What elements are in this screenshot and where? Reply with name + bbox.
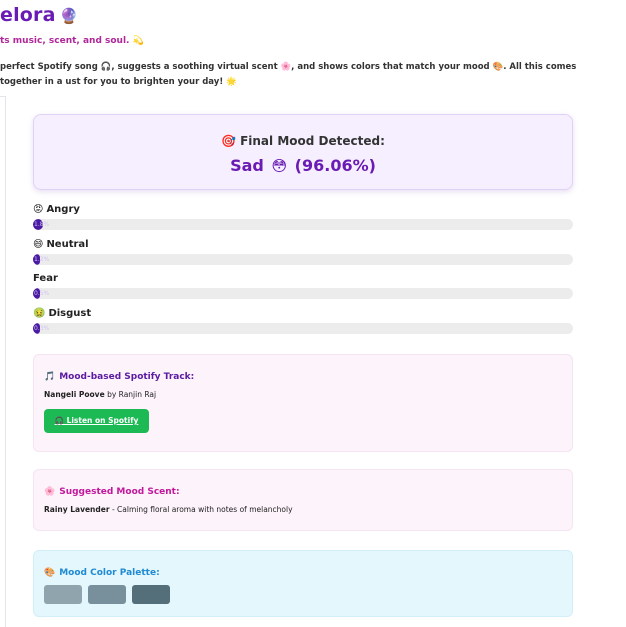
spotify-card: 🎵 Mood-based Spotify Track: Nangeli Poove…: [33, 354, 573, 452]
emotion-label: Fear: [33, 273, 58, 284]
track-info: Nangeli Poove by Ranjin Raj: [44, 390, 562, 399]
emotion-percent: 1.8%: [34, 221, 50, 228]
final-mood-label: 🎯 Final Mood Detected:: [221, 134, 385, 148]
emotion-percent: 0.5%: [34, 290, 50, 297]
scent-card-title: 🌸 Suggested Mood Scent:: [44, 487, 180, 497]
color-swatch: [88, 585, 126, 604]
emotion-label: 🤢 Disgust: [33, 308, 92, 319]
palette-icon: 🎨: [44, 568, 56, 578]
track-name: Nangeli Poove: [44, 390, 105, 399]
palette-card-title: 🎨 Mood Color Palette:: [44, 568, 160, 578]
final-mood-value: Sad 😳 (96.06%): [34, 156, 572, 175]
emotion-label: 😄 Neutral: [33, 239, 89, 250]
mood-name: Sad: [230, 156, 264, 175]
emotion-disgust: 🤢 Disgust 0.3%: [33, 307, 573, 334]
app-title: elora 🔮: [0, 4, 79, 26]
palette-card: 🎨 Mood Color Palette:: [33, 550, 573, 617]
angry-face-icon: 😡: [33, 204, 44, 215]
emotion-progress-bar: 1.2%: [33, 254, 573, 265]
sidebar-edge: [0, 96, 6, 627]
track-artist: by Ranjin Raj: [107, 390, 157, 399]
emotion-progress-bar: 0.3%: [33, 323, 573, 334]
spotify-card-title: 🎵 Mood-based Spotify Track:: [44, 372, 195, 382]
blossom-icon: 🌸: [44, 487, 56, 497]
smiling-face-icon: 😄: [33, 239, 44, 250]
final-mood-card: 🎯 Final Mood Detected: Sad 😳 (96.06%): [33, 114, 573, 190]
scent-card: 🌸 Suggested Mood Scent: Rainy Lavender - …: [33, 469, 573, 531]
emotion-progress-bar: 0.5%: [33, 288, 573, 299]
scent-info: Rainy Lavender - Calming floral aroma wi…: [44, 505, 562, 514]
emotion-percent: 1.2%: [34, 256, 50, 263]
app-description: perfect Spotify song 🎧, suggests a sooth…: [0, 62, 577, 87]
emotion-progress-bar: 1.8%: [33, 219, 573, 230]
flushed-face-icon: 😳: [271, 157, 288, 175]
emotion-label: 😡 Angry: [33, 204, 80, 215]
color-swatch: [132, 585, 170, 604]
emotion-angry: 😡 Angry 1.8%: [33, 203, 573, 230]
color-swatches: [44, 585, 562, 604]
mood-confidence: (96.06%): [294, 156, 376, 175]
scent-description: - Calming floral aroma with notes of mel…: [111, 505, 293, 514]
music-note-icon: 🎵: [44, 372, 56, 382]
emotion-neutral: 😄 Neutral 1.2%: [33, 238, 573, 265]
emotion-percent: 0.3%: [34, 325, 50, 332]
emotion-fear: Fear 0.5%: [33, 272, 573, 299]
target-icon: 🎯: [221, 134, 237, 148]
scent-name: Rainy Lavender: [44, 505, 110, 514]
nauseated-face-icon: 🤢: [33, 308, 46, 319]
crystal-ball-icon: 🔮: [59, 7, 79, 25]
listen-on-spotify-button[interactable]: 🎧 Listen on Spotify: [44, 409, 149, 433]
color-swatch: [44, 585, 82, 604]
tagline: ts music, scent, and soul. 💫: [0, 36, 144, 46]
